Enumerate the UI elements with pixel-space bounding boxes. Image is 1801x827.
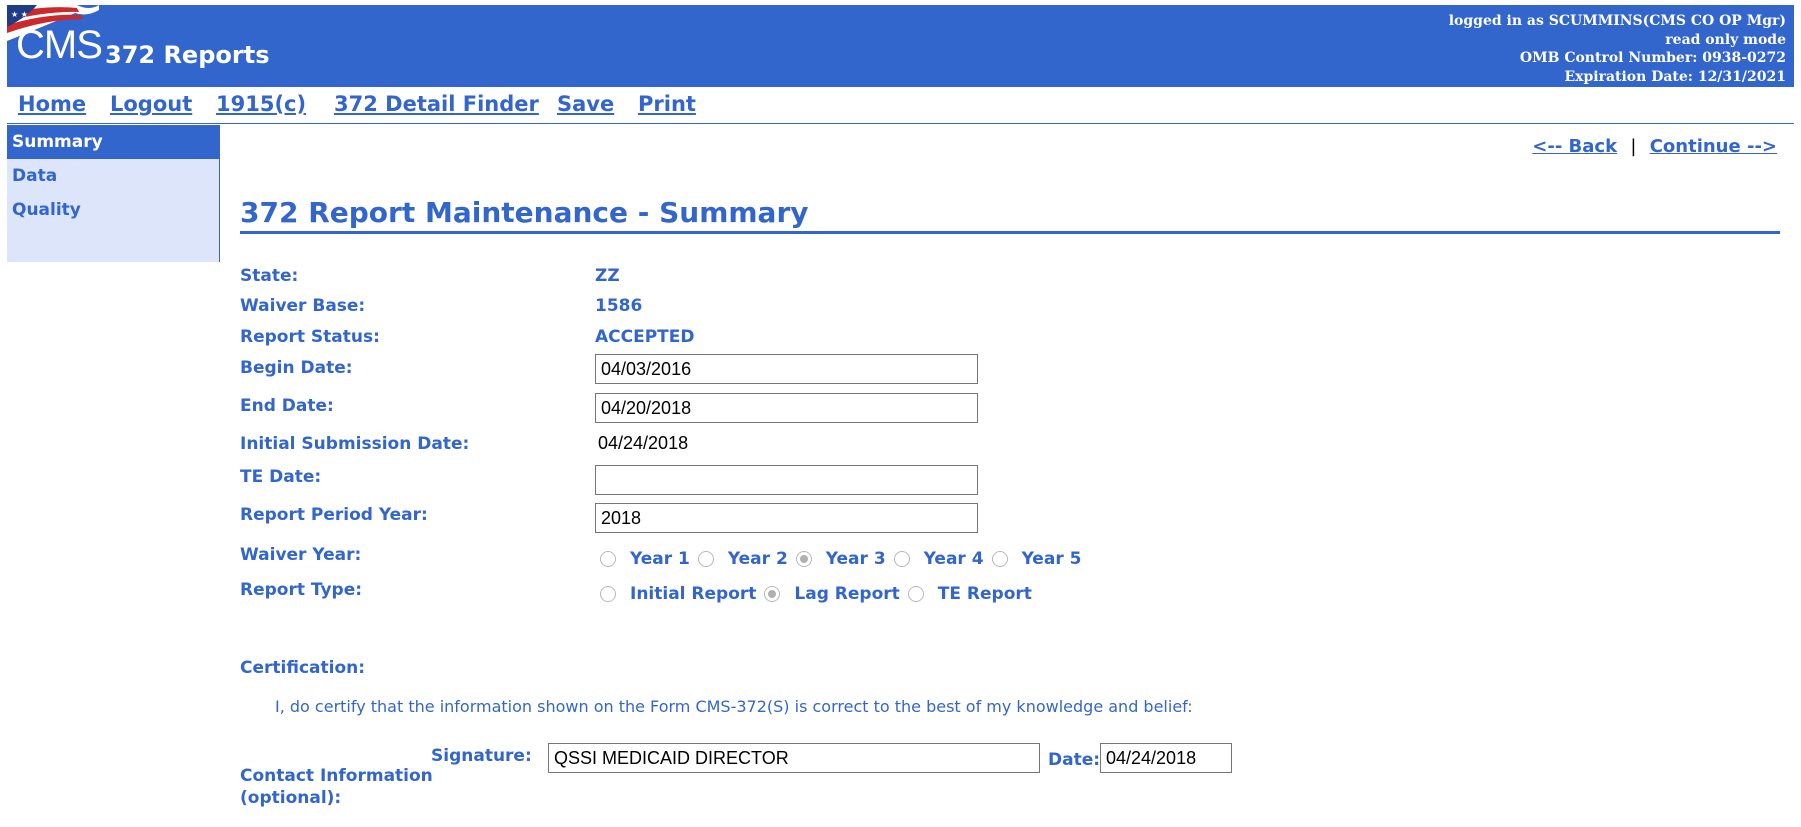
nav-print-link[interactable]: Print (638, 92, 696, 116)
end-date-label: End Date: (240, 396, 334, 416)
te-report-radio[interactable] (907, 586, 924, 602)
waiver-year-3-radio[interactable] (795, 551, 812, 567)
back-link[interactable]: <-- Back (1532, 136, 1617, 157)
signature-input[interactable] (548, 743, 1040, 773)
user-info: logged in as SCUMMINS(CMS CO OP Mgr) rea… (1449, 12, 1786, 86)
initial-submission-date-label: Initial Submission Date: (240, 434, 470, 454)
waiver-base-value: 1586 (595, 296, 643, 316)
state-label: State: (240, 266, 299, 286)
te-date-input[interactable] (595, 465, 978, 495)
report-status-value: ACCEPTED (595, 327, 695, 347)
waiver-year-radio-group: Year 1 Year 2 Year 3 Year 4 Year 5 (600, 549, 1089, 569)
te-date-label: TE Date: (240, 467, 322, 487)
paging-links: <-- Back | Continue --> (1532, 136, 1777, 157)
waiver-year-4-label[interactable]: Year 4 (924, 549, 984, 569)
sidebar-item-summary[interactable]: Summary (7, 125, 219, 159)
nav-logout-link[interactable]: Logout (110, 92, 192, 116)
top-nav: Home Logout 1915(c) 372 Detail Finder Sa… (7, 87, 1794, 124)
report-period-year-input[interactable] (595, 503, 978, 533)
report-status-label: Report Status: (240, 327, 380, 347)
paging-separator: | (1630, 136, 1637, 157)
signature-date-label: Date: (1048, 750, 1101, 770)
report-period-year-label: Report Period Year: (240, 505, 428, 525)
waiver-year-2-radio[interactable] (697, 551, 714, 567)
mode-indicator: read only mode (1665, 31, 1786, 48)
lag-report-label[interactable]: Lag Report (794, 584, 899, 604)
waiver-year-5-radio[interactable] (991, 551, 1008, 567)
waiver-year-3-label[interactable]: Year 3 (826, 549, 886, 569)
lag-report-radio[interactable] (764, 586, 781, 602)
svg-text:★ ★: ★ ★ (11, 10, 28, 19)
nav-1915c-link[interactable]: 1915(c) (216, 92, 306, 116)
app-header: ★ ★ CMS 372 Reports logged in as SCUMMIN… (7, 5, 1794, 87)
begin-date-label: Begin Date: (240, 358, 353, 378)
waiver-base-label: Waiver Base: (240, 296, 366, 316)
logged-in-user: logged in as SCUMMINS(CMS CO OP Mgr) (1448, 13, 1786, 29)
waiver-year-2-label[interactable]: Year 2 (728, 549, 788, 569)
continue-link[interactable]: Continue --> (1650, 136, 1777, 157)
expiration-date: Expiration Date: 12/31/2021 (1564, 68, 1786, 85)
initial-submission-date-value: 04/24/2018 (598, 433, 689, 453)
sidebar: Summary Data Quality (7, 125, 220, 262)
waiver-year-1-label[interactable]: Year 1 (630, 549, 690, 569)
report-type-label: Report Type: (240, 580, 363, 600)
waiver-year-4-radio[interactable] (893, 551, 910, 567)
omb-control-number: OMB Control Number: 0938-0272 (1519, 50, 1786, 66)
initial-report-label[interactable]: Initial Report (630, 584, 756, 604)
sidebar-item-quality[interactable]: Quality (7, 193, 219, 227)
contact-info-label: Contact Information (240, 766, 433, 786)
certification-statement: I, do certify that the information shown… (275, 697, 1193, 716)
page-title: 372 Report Maintenance - Summary (240, 196, 1780, 234)
nav-detail-finder-link[interactable]: 372 Detail Finder (334, 92, 539, 116)
contact-info-optional-label: (optional): (240, 788, 342, 808)
end-date-input[interactable] (595, 393, 978, 423)
nav-home-link[interactable]: Home (18, 92, 86, 116)
sidebar-item-data[interactable]: Data (7, 159, 219, 193)
waiver-year-5-label[interactable]: Year 5 (1022, 549, 1082, 569)
report-type-radio-group: Initial Report Lag Report TE Report (600, 584, 1040, 604)
signature-date-input[interactable] (1100, 743, 1232, 773)
state-value: ZZ (595, 266, 620, 286)
certification-label: Certification: (240, 658, 366, 678)
te-report-label[interactable]: TE Report (938, 584, 1032, 604)
app-title: 372 Reports (105, 41, 270, 69)
cms-logo: CMS (16, 23, 103, 67)
signature-label: Signature: (431, 746, 532, 766)
nav-save-link[interactable]: Save (557, 92, 614, 116)
initial-report-radio[interactable] (600, 586, 616, 602)
waiver-year-1-radio[interactable] (600, 551, 616, 567)
begin-date-input[interactable] (595, 354, 978, 384)
waiver-year-label: Waiver Year: (240, 545, 362, 565)
